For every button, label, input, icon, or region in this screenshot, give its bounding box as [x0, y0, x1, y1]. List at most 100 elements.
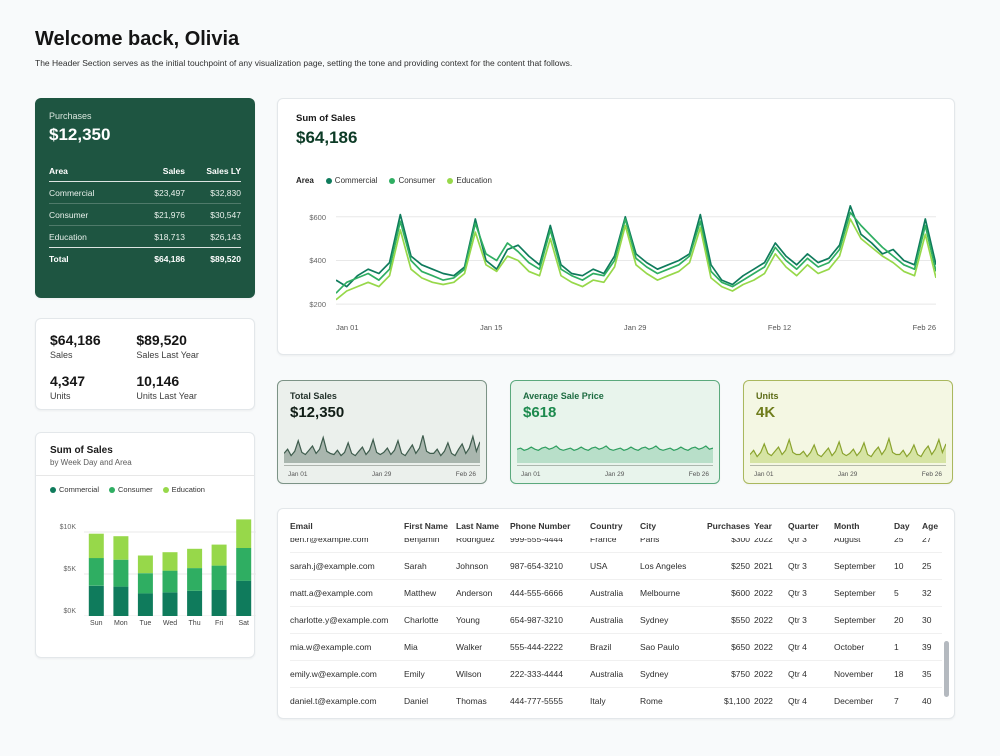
table-cell: emily.w@example.com	[290, 669, 377, 679]
x-axis-label: Feb 26	[455, 471, 476, 478]
column-header[interactable]: Month	[834, 521, 890, 531]
legend-item-commercial[interactable]: Commercial	[325, 176, 377, 185]
table-cell: 2022	[754, 642, 773, 652]
column-header[interactable]: Last Name	[456, 521, 506, 531]
legend-item-education[interactable]: Education	[447, 176, 492, 185]
table-cell: 1	[894, 642, 899, 652]
table-cell: 987-654-3210	[510, 561, 563, 571]
table-row[interactable]: charlotte.y@example.com Charlotte Young 654…	[290, 607, 942, 634]
column-header-sales-ly[interactable]: Sales LY	[185, 166, 241, 176]
table-cell: Qtr 4	[788, 669, 807, 679]
area-cell: Commercial	[49, 187, 95, 198]
units-spark-card: Units 4K Jan 01 Jan 29 Feb 26	[743, 380, 953, 484]
legend-dot-consumer	[109, 486, 116, 493]
table-cell: September	[834, 615, 876, 625]
x-axis-label: Jan 29	[371, 471, 392, 478]
table-cell: December	[834, 696, 874, 706]
table-cell: 10	[894, 561, 904, 571]
x-axis-label: Jan 15	[479, 323, 503, 332]
table-cell: Charlotte	[404, 615, 439, 625]
column-header[interactable]: Country	[590, 521, 636, 531]
x-axis-label: Wed	[162, 620, 178, 627]
table-cell: Qtr 4	[788, 696, 807, 706]
purchases-value: $12,350	[49, 125, 111, 144]
table-row[interactable]: sarah.j@example.com Sarah Johnson 987-654-3…	[290, 553, 942, 580]
table-row[interactable]: daniel.t@example.com Daniel Thomas 444-777-…	[290, 688, 942, 708]
y-axis-label: $200	[309, 300, 326, 309]
table-cell: Sydney	[640, 669, 669, 679]
legend-dot-education	[447, 177, 454, 184]
sales-cell: $21,976	[154, 209, 185, 220]
column-header[interactable]: City	[640, 521, 700, 531]
column-header[interactable]: Quarter	[788, 521, 830, 531]
average-sale-price-spark-card: Average Sale Price $618 Jan 01 Jan 29 Fe…	[510, 380, 720, 484]
column-header[interactable]: Email	[290, 521, 400, 531]
sales-cell: $18,713	[154, 231, 185, 242]
y-axis-label: $400	[309, 256, 326, 265]
table-cell: 27	[922, 538, 932, 544]
x-axis-label: Sun	[90, 620, 103, 627]
table-cell: 2022	[754, 696, 773, 706]
table-cell: Qtr 3	[788, 588, 807, 598]
kpi-sales-last-year: $89,520 Sales Last Year	[136, 332, 240, 360]
page-title: Welcome back, Olivia	[35, 28, 240, 50]
legend-label: Commercial	[59, 485, 100, 494]
purchases-card: Purchases $12,350 Area Sales Sales LY Co…	[35, 98, 255, 298]
page-header: Welcome back, Olivia The Header Section …	[35, 28, 835, 68]
kpi-label: Units	[50, 391, 71, 401]
table-cell: Daniel	[404, 696, 429, 706]
legend-item-consumer[interactable]: Consumer	[109, 485, 153, 494]
table-row[interactable]: Consumer $21,976 $30,547	[49, 204, 241, 226]
x-axis-label: Jan 29	[837, 471, 858, 478]
y-axis-label: $5K	[63, 566, 76, 573]
x-axis-label: Jan 01	[288, 471, 308, 478]
column-header[interactable]: First Name	[404, 521, 452, 531]
kpi-label: Sales Last Year	[136, 350, 199, 360]
main-legend: Area Commercial Consumer Education	[296, 176, 936, 185]
legend-item-education[interactable]: Education	[162, 485, 205, 494]
legend-dot-commercial	[325, 177, 332, 184]
kpi-value: 10,146	[136, 373, 180, 389]
column-header-sales[interactable]: Sales	[127, 166, 185, 176]
table-row[interactable]: Commercial $23,497 $32,830	[49, 182, 241, 204]
table-row[interactable]: ben.r@example.com Benjamin Rodriguez 999-55…	[290, 538, 942, 553]
table-viewport[interactable]: ben.r@example.com Benjamin Rodriguez 999-55…	[290, 538, 942, 708]
table-cell: $600	[731, 588, 750, 598]
column-header[interactable]: Purchases	[704, 521, 750, 531]
kpi-value: $64,186	[50, 332, 101, 348]
table-scrollbar[interactable]	[944, 549, 949, 712]
weekday-legend: Commercial Consumer Education	[50, 485, 240, 494]
legend-item-consumer[interactable]: Consumer	[389, 176, 435, 185]
column-header[interactable]: Phone Number	[510, 521, 586, 531]
legend-dot-education	[162, 486, 169, 493]
sales-line-plot	[336, 195, 936, 315]
table-row[interactable]: matt.a@example.com Matthew Anderson 444-555…	[290, 580, 942, 607]
table-row[interactable]: mia.w@example.com Mia Walker 555-444-2222 Br…	[290, 634, 942, 661]
kpi-units-last-year: 10,146 Units Last Year	[136, 373, 240, 401]
table-cell: $750	[731, 669, 750, 679]
table-cell: Walker	[456, 642, 483, 652]
column-header[interactable]: Age	[922, 521, 944, 531]
kpi-units: 4,347 Units	[50, 373, 136, 401]
legend-field-label: Area	[296, 176, 314, 185]
kpi-label: Sales	[50, 350, 73, 360]
table-cell: 2022	[754, 615, 773, 625]
chart-title: Sum of Sales	[296, 113, 356, 124]
column-header[interactable]: Year	[754, 521, 784, 531]
table-row[interactable]: emily.w@example.com Emily Wilson 222-333-44…	[290, 661, 942, 688]
table-cell: 2022	[754, 669, 773, 679]
column-header-area[interactable]: Area	[49, 166, 127, 176]
legend-item-commercial[interactable]: Commercial	[50, 485, 99, 494]
scrollbar-thumb[interactable]	[944, 641, 949, 697]
table-cell: $300	[731, 538, 750, 544]
table-row[interactable]: Education $18,713 $26,143	[49, 226, 241, 247]
table-body: ben.r@example.com Benjamin Rodriguez 999-55…	[290, 538, 942, 708]
spark-value: 4K	[756, 404, 776, 421]
table-cell: USA	[590, 561, 608, 571]
table-cell: Sydney	[640, 615, 669, 625]
table-cell: 654-987-3210	[510, 615, 563, 625]
table-cell: $550	[731, 615, 750, 625]
table-cell: Australia	[590, 669, 624, 679]
x-axis-label: Tue	[139, 620, 152, 627]
column-header[interactable]: Day	[894, 521, 918, 531]
